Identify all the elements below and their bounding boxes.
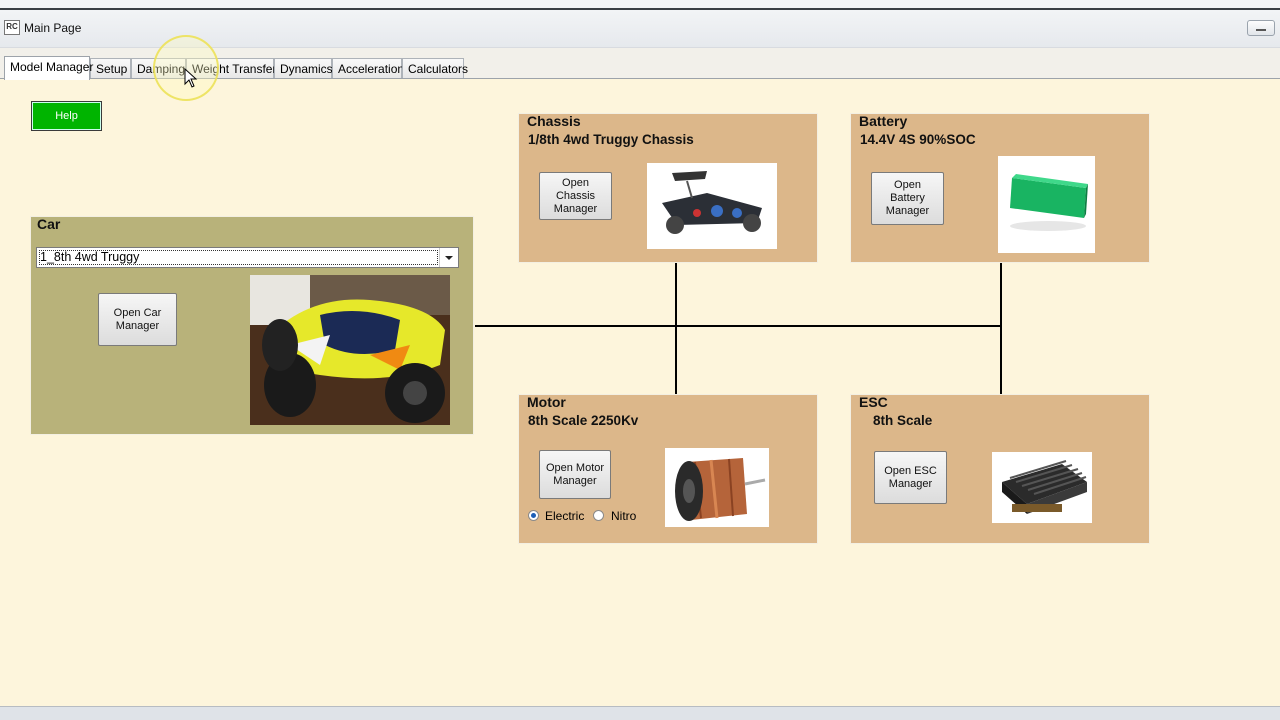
nitro-radio-label: Nitro	[611, 509, 637, 523]
chevron-down-icon[interactable]	[439, 248, 458, 267]
car-panel-title: Car	[37, 216, 61, 232]
truggy-photo-icon	[250, 275, 450, 425]
motor-panel-title: Motor	[527, 394, 566, 410]
open-motor-manager-label: Open Motor Manager	[545, 461, 605, 487]
tab-model-manager[interactable]: Model Manager	[4, 56, 93, 80]
open-motor-manager-button[interactable]: Open Motor Manager	[539, 450, 611, 499]
open-chassis-manager-label: Open Chassis Manager	[553, 176, 598, 215]
brushless-motor-photo-icon	[665, 448, 769, 527]
tab-calculators[interactable]: Calculators	[402, 58, 468, 79]
electric-radio[interactable]	[528, 510, 539, 521]
connector-line	[1000, 262, 1002, 394]
tab-setup[interactable]: Setup	[90, 58, 131, 79]
window-title: Main Page	[24, 21, 82, 35]
electric-radio-label: Electric	[545, 509, 585, 523]
open-esc-manager-button[interactable]: Open ESC Manager	[874, 451, 947, 504]
tab-dynamics[interactable]: Dynamics	[274, 58, 333, 79]
motor-name: 8th Scale 2250Kv	[528, 413, 639, 428]
nitro-radio[interactable]	[593, 510, 604, 521]
open-car-manager-button[interactable]: Open Car Manager	[98, 293, 177, 346]
chassis-panel-title: Chassis	[527, 113, 581, 129]
open-car-manager-label: Open Car Manager	[113, 306, 162, 332]
esc-heatsink-photo-icon	[992, 452, 1092, 523]
battery-name: 14.4V 4S 90%SOC	[860, 132, 976, 147]
open-esc-manager-label: Open ESC Manager	[884, 464, 937, 490]
battery-panel-title: Battery	[859, 113, 908, 129]
app-icon: RC	[4, 20, 20, 35]
status-bar	[0, 706, 1280, 720]
mouse-pointer-icon	[184, 67, 198, 91]
esc-name: 8th Scale	[873, 413, 933, 428]
tab-acceleration[interactable]: Acceleration	[332, 58, 404, 79]
minimize-button[interactable]	[1247, 20, 1275, 36]
battery-pack-photo-icon	[998, 156, 1095, 253]
help-button[interactable]: Help	[31, 101, 102, 131]
previous-window-edge	[0, 0, 1280, 10]
chassis-name: 1/8th 4wd Truggy Chassis	[528, 132, 694, 147]
esc-panel-title: ESC	[859, 394, 888, 410]
chassis-photo-icon	[647, 163, 777, 249]
car-model-select-value: 1_8th 4wd Truggy	[40, 250, 140, 264]
car-model-select[interactable]: 1_8th 4wd Truggy	[36, 247, 459, 268]
connector-line	[475, 325, 1001, 327]
open-battery-manager-button[interactable]: Open Battery Manager	[871, 172, 944, 225]
open-battery-manager-label: Open Battery Manager	[885, 179, 930, 217]
connector-line	[675, 262, 677, 394]
open-chassis-manager-button[interactable]: Open Chassis Manager	[539, 172, 612, 220]
